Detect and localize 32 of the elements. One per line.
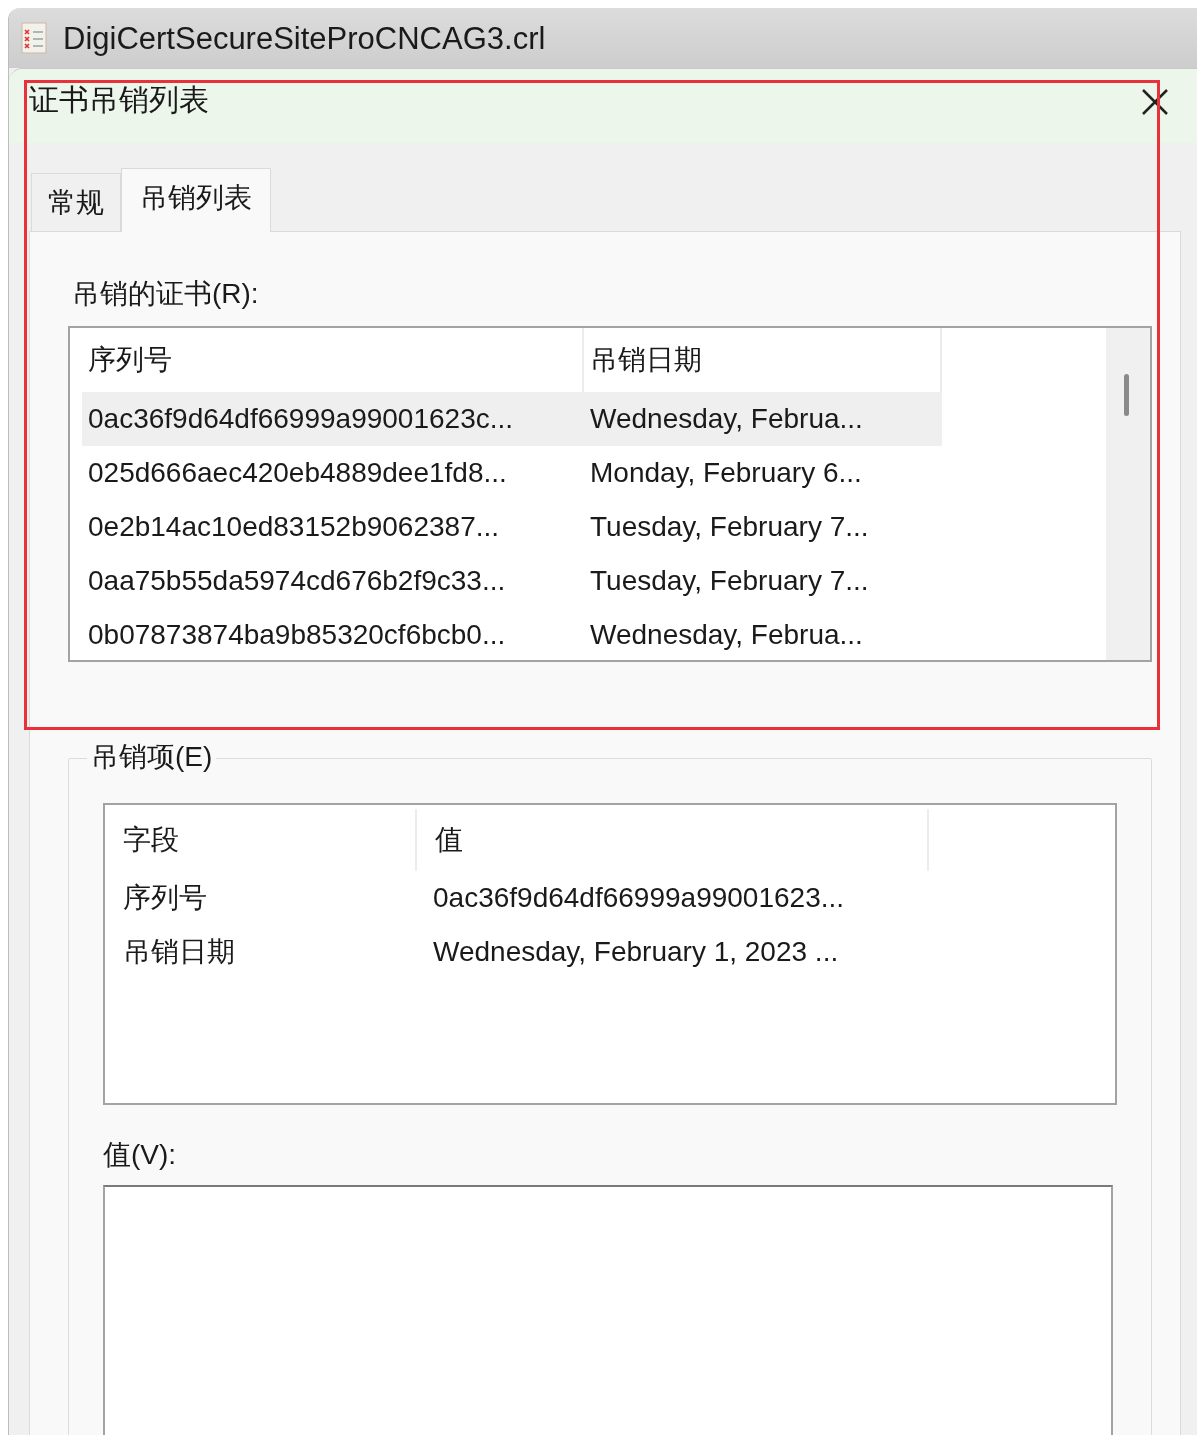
column-header[interactable]: 值: [417, 809, 929, 871]
revocation-date: Wednesday, Februa...: [589, 618, 864, 652]
revocation-date: Tuesday, February 7...: [589, 564, 870, 598]
list-row[interactable]: 0aa75b55da5974cd676b2f9c33... Tuesday, February 7...: [82, 554, 942, 608]
dialog-title: 证书吊销列表: [29, 82, 209, 118]
serial-number: 0aa75b55da5974cd676b2f9c33...: [87, 564, 507, 598]
tab[interactable]: 吊销列表: [121, 168, 271, 232]
window-title: DigiCertSecureSiteProCNCAG3.crl: [63, 22, 546, 54]
scrollbar[interactable]: [1106, 328, 1150, 660]
field-name: 序列号: [122, 881, 208, 915]
field-value: 0ac36f9d64df66999a99001623...: [432, 881, 846, 915]
list-row[interactable]: 0e2b14ac10ed83152b9062387... Tuesday, February 7...: [82, 500, 942, 554]
serial-number: 0b07873874ba9b85320cf6bcb0...: [87, 618, 507, 652]
list-row[interactable]: 0ac36f9d64df66999a99001623c... Wednesday, Februa...: [82, 392, 942, 446]
list-label: 吊销的证书(R):: [71, 277, 260, 311]
list-row[interactable]: 025d666aec420eb4889dee1fd8... Monday, February 6...: [82, 446, 942, 500]
field-label: 值(V):: [103, 1138, 178, 1172]
column-header[interactable]: 字段: [105, 809, 417, 871]
scrollbar-thumb[interactable]: [1124, 374, 1129, 416]
revocation-date: Monday, February 6...: [589, 456, 863, 490]
revocation-date: Tuesday, February 7...: [589, 510, 870, 544]
value-field[interactable]: [103, 1185, 1113, 1435]
close-icon: [1141, 88, 1169, 116]
serial-number: 0e2b14ac10ed83152b9062387...: [87, 510, 501, 544]
field-value: Wednesday, February 1, 2023 ...: [432, 935, 840, 969]
serial-number: 0ac36f9d64df66999a99001623c...: [87, 402, 515, 436]
field-name: 吊销日期: [122, 935, 236, 969]
serial-number: 025d666aec420eb4889dee1fd8...: [87, 456, 508, 490]
revocation-date: Wednesday, Februa...: [589, 402, 864, 436]
certificate-list-icon: [21, 22, 47, 54]
list-row[interactable]: 0b07873874ba9b85320cf6bcb0... Wednesday, Februa...: [82, 608, 942, 662]
tab[interactable]: 常规: [31, 173, 121, 231]
